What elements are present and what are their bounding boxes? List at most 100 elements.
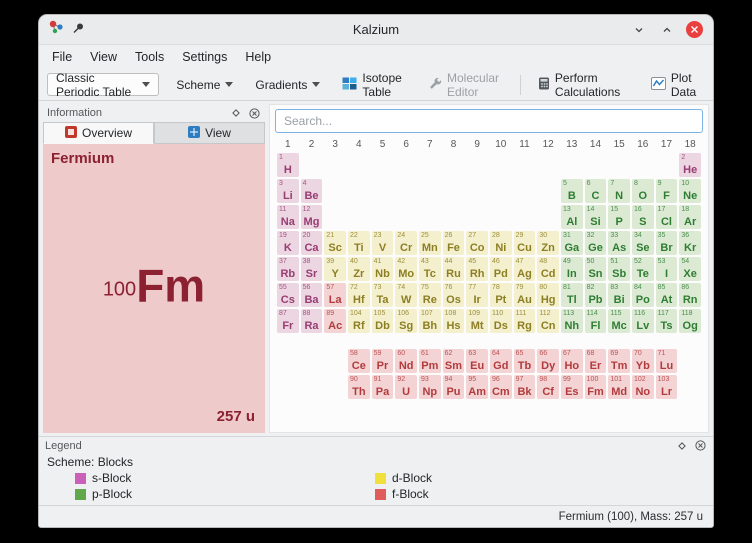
element-Na[interactable]: 11Na (277, 205, 299, 229)
menu-item-help[interactable]: Help (236, 47, 280, 67)
element-Dy[interactable]: 66Dy (537, 349, 559, 373)
isotope-table-button[interactable]: Isotope Table (337, 68, 412, 102)
element-Mg[interactable]: 12Mg (301, 205, 323, 229)
element-Pt[interactable]: 78Pt (490, 283, 512, 307)
close-legend-icon[interactable] (693, 439, 707, 453)
element-Pu[interactable]: 94Pu (443, 375, 465, 399)
element-F[interactable]: 9F (656, 179, 678, 203)
element-Pd[interactable]: 46Pd (490, 257, 512, 281)
element-Cl[interactable]: 17Cl (656, 205, 678, 229)
element-Rf[interactable]: 104Rf (348, 309, 370, 333)
element-Sg[interactable]: 106Sg (395, 309, 417, 333)
menu-item-settings[interactable]: Settings (173, 47, 236, 67)
scheme-menu-button[interactable]: Scheme (171, 75, 238, 95)
element-Se[interactable]: 34Se (632, 231, 654, 255)
plot-data-button[interactable]: Plot Data (646, 68, 705, 102)
element-Ra[interactable]: 88Ra (301, 309, 323, 333)
element-Ne[interactable]: 10Ne (679, 179, 701, 203)
menu-item-view[interactable]: View (81, 47, 126, 67)
element-Tm[interactable]: 69Tm (608, 349, 630, 373)
element-Mn[interactable]: 25Mn (419, 231, 441, 255)
element-Ag[interactable]: 47Ag (514, 257, 536, 281)
element-P[interactable]: 15P (608, 205, 630, 229)
element-No[interactable]: 102No (632, 375, 654, 399)
element-Ir[interactable]: 77Ir (466, 283, 488, 307)
element-Nh[interactable]: 113Nh (561, 309, 583, 333)
element-Np[interactable]: 93Np (419, 375, 441, 399)
element-Er[interactable]: 68Er (585, 349, 607, 373)
element-Fe[interactable]: 26Fe (443, 231, 465, 255)
element-Pm[interactable]: 61Pm (419, 349, 441, 373)
element-Be[interactable]: 4Be (301, 179, 323, 203)
element-Sb[interactable]: 51Sb (608, 257, 630, 281)
element-Ru[interactable]: 44Ru (443, 257, 465, 281)
element-Zn[interactable]: 30Zn (537, 231, 559, 255)
element-Lu[interactable]: 71Lu (656, 349, 678, 373)
element-Tc[interactable]: 43Tc (419, 257, 441, 281)
element-Ho[interactable]: 67Ho (561, 349, 583, 373)
element-Cu[interactable]: 29Cu (514, 231, 536, 255)
element-Re[interactable]: 75Re (419, 283, 441, 307)
element-Sn[interactable]: 50Sn (585, 257, 607, 281)
element-Cs[interactable]: 55Cs (277, 283, 299, 307)
element-N[interactable]: 7N (608, 179, 630, 203)
table-type-select[interactable]: Classic Periodic Table (47, 73, 159, 96)
element-Ts[interactable]: 117Ts (656, 309, 678, 333)
element-Rn[interactable]: 86Rn (679, 283, 701, 307)
float-panel-icon[interactable] (229, 106, 243, 120)
element-Ni[interactable]: 28Ni (490, 231, 512, 255)
element-Yb[interactable]: 70Yb (632, 349, 654, 373)
element-Ds[interactable]: 110Ds (490, 309, 512, 333)
element-Hs[interactable]: 108Hs (443, 309, 465, 333)
element-Tb[interactable]: 65Tb (514, 349, 536, 373)
element-Os[interactable]: 76Os (443, 283, 465, 307)
element-Rg[interactable]: 111Rg (514, 309, 536, 333)
element-Br[interactable]: 35Br (656, 231, 678, 255)
element-Bk[interactable]: 97Bk (514, 375, 536, 399)
element-Tl[interactable]: 81Tl (561, 283, 583, 307)
element-Gd[interactable]: 64Gd (490, 349, 512, 373)
element-Pb[interactable]: 82Pb (585, 283, 607, 307)
element-Ce[interactable]: 58Ce (348, 349, 370, 373)
element-Mc[interactable]: 115Mc (608, 309, 630, 333)
element-Cr[interactable]: 24Cr (395, 231, 417, 255)
element-Po[interactable]: 84Po (632, 283, 654, 307)
element-He[interactable]: 2He (679, 153, 701, 177)
element-Fr[interactable]: 87Fr (277, 309, 299, 333)
element-Fm[interactable]: 100Fm (585, 375, 607, 399)
element-Mo[interactable]: 42Mo (395, 257, 417, 281)
element-Lv[interactable]: 116Lv (632, 309, 654, 333)
element-Cn[interactable]: 112Cn (537, 309, 559, 333)
titlebar[interactable]: Kalzium (39, 15, 713, 45)
element-Fl[interactable]: 114Fl (585, 309, 607, 333)
element-Bi[interactable]: 83Bi (608, 283, 630, 307)
gradients-menu-button[interactable]: Gradients (250, 75, 325, 95)
element-At[interactable]: 85At (656, 283, 678, 307)
element-Ta[interactable]: 73Ta (372, 283, 394, 307)
element-Hf[interactable]: 72Hf (348, 283, 370, 307)
element-Si[interactable]: 14Si (585, 205, 607, 229)
element-Lr[interactable]: 103Lr (656, 375, 678, 399)
element-W[interactable]: 74W (395, 283, 417, 307)
element-Nd[interactable]: 60Nd (395, 349, 417, 373)
maximize-button[interactable] (658, 21, 676, 39)
element-Sr[interactable]: 38Sr (301, 257, 323, 281)
pin-icon[interactable] (72, 21, 84, 39)
element-Te[interactable]: 52Te (632, 257, 654, 281)
menu-item-file[interactable]: File (43, 47, 81, 67)
element-Es[interactable]: 99Es (561, 375, 583, 399)
element-Co[interactable]: 27Co (466, 231, 488, 255)
close-button[interactable] (686, 21, 703, 38)
element-H[interactable]: 1H (277, 153, 299, 177)
perform-calculations-button[interactable]: Perform Calculations (533, 68, 634, 102)
element-Ga[interactable]: 31Ga (561, 231, 583, 255)
element-Y[interactable]: 39Y (324, 257, 346, 281)
element-O[interactable]: 8O (632, 179, 654, 203)
element-Ac[interactable]: 89Ac (324, 309, 346, 333)
element-Xe[interactable]: 54Xe (679, 257, 701, 281)
element-Sm[interactable]: 62Sm (443, 349, 465, 373)
close-panel-icon[interactable] (247, 106, 261, 120)
element-Cm[interactable]: 96Cm (490, 375, 512, 399)
tab-overview[interactable]: Overview (43, 122, 154, 144)
element-Kr[interactable]: 36Kr (679, 231, 701, 255)
